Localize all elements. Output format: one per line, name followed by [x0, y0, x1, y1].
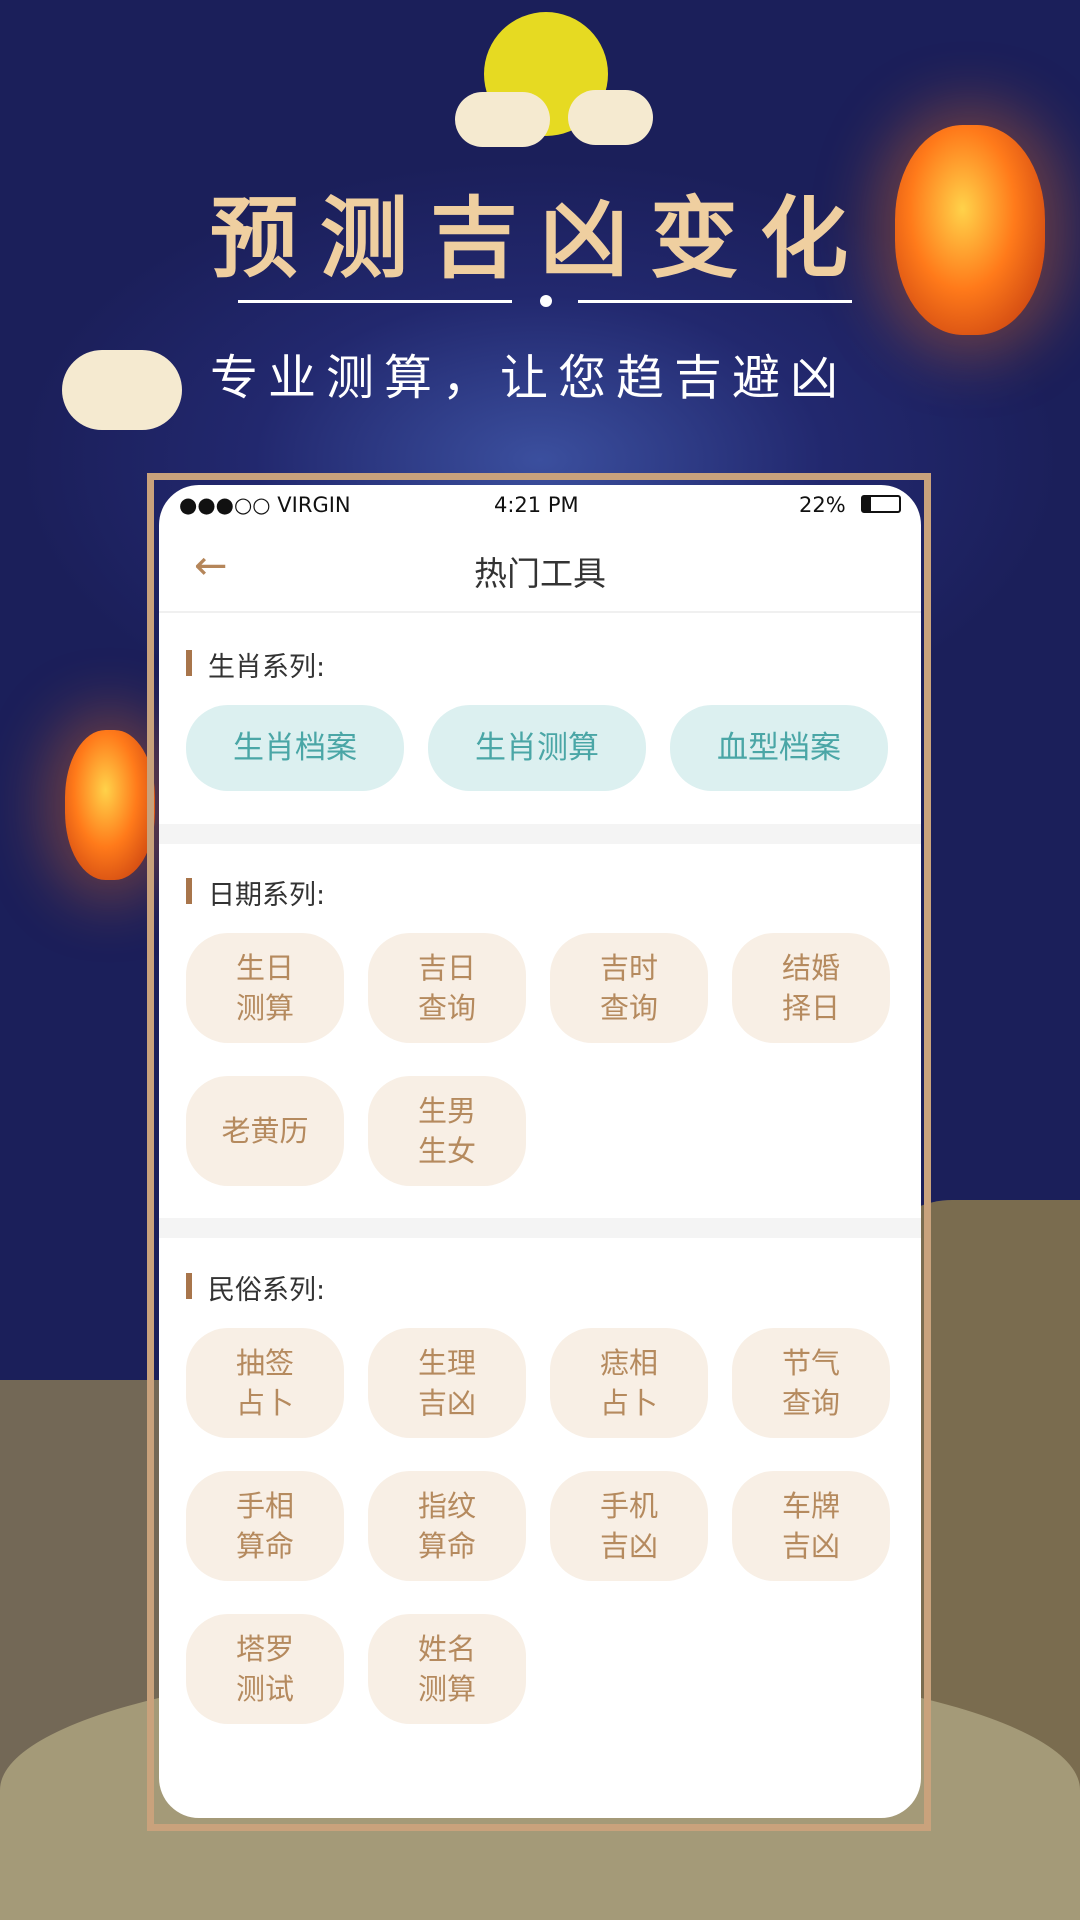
- nav-bar: ← 热门工具: [159, 521, 921, 613]
- carrier: ●●●○○ VIRGIN: [179, 493, 351, 517]
- section-label: 日期系列:: [186, 873, 325, 912]
- tool-button[interactable]: 吉时 查询: [550, 933, 708, 1043]
- section-label: 民俗系列:: [186, 1268, 325, 1307]
- tool-button[interactable]: 生肖测算: [428, 705, 646, 791]
- tool-button[interactable]: 生男 生女: [368, 1076, 526, 1186]
- cloud-icon: [455, 92, 550, 147]
- divider-line: [578, 300, 852, 303]
- tool-button[interactable]: 车牌 吉凶: [732, 1471, 890, 1581]
- banner-headline: 预测吉凶变化: [209, 186, 870, 290]
- tool-button[interactable]: 指纹 算命: [368, 1471, 526, 1581]
- divider-line: [238, 300, 512, 303]
- tool-button[interactable]: 塔罗 测试: [186, 1614, 344, 1724]
- status-bar: ●●●○○ VIRGIN 4:21 PM 22%: [159, 485, 921, 521]
- tool-button[interactable]: 生肖档案: [186, 705, 404, 791]
- battery-level: 22%: [799, 493, 846, 517]
- tool-button[interactable]: 姓名 测算: [368, 1614, 526, 1724]
- divider-dot: [540, 295, 552, 307]
- section-label: 生肖系列:: [186, 645, 325, 684]
- tool-button[interactable]: 抽签 占卜: [186, 1328, 344, 1438]
- section-separator: [159, 1218, 921, 1238]
- cloud-icon: [568, 90, 653, 145]
- tool-button[interactable]: 节气 查询: [732, 1328, 890, 1438]
- lantern-decoration: [65, 730, 155, 880]
- tool-button[interactable]: 痣相 占卜: [550, 1328, 708, 1438]
- tool-button[interactable]: 手相 算命: [186, 1471, 344, 1581]
- section-separator: [159, 824, 921, 844]
- page-title: 热门工具: [474, 554, 606, 593]
- phone-screen: ●●●○○ VIRGIN 4:21 PM 22% ← 热门工具 生肖系列: 生肖档…: [159, 485, 921, 1818]
- tool-button[interactable]: 血型档案: [670, 705, 888, 791]
- cloud-icon: [62, 350, 182, 430]
- tool-button[interactable]: 手机 吉凶: [550, 1471, 708, 1581]
- tool-button[interactable]: 生理 吉凶: [368, 1328, 526, 1438]
- clock: 4:21 PM: [494, 493, 579, 517]
- tool-button[interactable]: 吉日 查询: [368, 933, 526, 1043]
- banner-subtitle: 专业测算，让您趋吉避凶: [210, 350, 849, 406]
- tool-button[interactable]: 生日 测算: [186, 933, 344, 1043]
- tool-button[interactable]: 老黄历: [186, 1076, 344, 1186]
- battery-icon: [861, 495, 901, 513]
- tool-button[interactable]: 结婚 择日: [732, 933, 890, 1043]
